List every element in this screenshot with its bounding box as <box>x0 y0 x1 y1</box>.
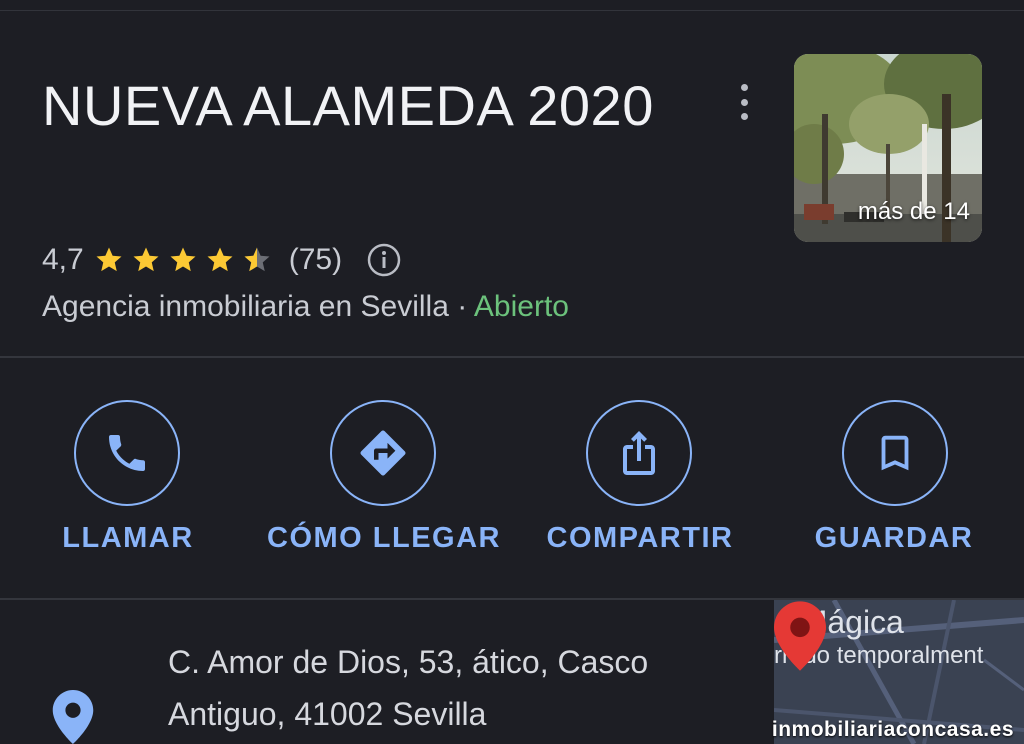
share-label: COMPARTIR <box>546 522 734 554</box>
directions-icon <box>360 430 406 476</box>
star-icon <box>133 247 159 272</box>
save-label: GUARDAR <box>814 522 974 554</box>
directions-label: CÓMO LLEGAR <box>267 522 501 554</box>
share-circle[interactable] <box>586 400 692 506</box>
address[interactable]: C. Amor de Dios, 53, ático, Casco Antigu… <box>168 636 768 740</box>
bookmark-icon <box>881 435 909 471</box>
star-icon <box>170 247 196 272</box>
more-options-icon[interactable] <box>728 84 760 120</box>
divider <box>0 356 1024 358</box>
place-title: NUEVA ALAMEDA 2020 <box>42 74 654 137</box>
map-pin-icon <box>774 601 826 671</box>
half-star-icon <box>244 247 270 272</box>
info-icon[interactable] <box>366 242 402 278</box>
category-row: Agencia inmobiliaria en Sevilla · Abiert… <box>42 290 569 324</box>
separator: · <box>457 290 468 323</box>
category-text: Agencia inmobiliaria en Sevilla <box>42 290 449 323</box>
save-circle[interactable] <box>842 400 948 506</box>
directions-button[interactable]: CÓMO LLEGAR <box>254 400 514 560</box>
star-icon <box>96 247 122 272</box>
location-pin-icon <box>52 690 94 744</box>
watermark: inmobiliariaconcasa.es <box>771 718 1014 741</box>
call-label: LLAMAR <box>62 522 194 554</box>
save-button[interactable]: GUARDAR <box>764 400 1024 560</box>
open-status[interactable]: Abierto <box>474 290 569 323</box>
phone-icon <box>109 435 145 471</box>
address-line2: Antiguo, 41002 Sevilla <box>168 696 487 732</box>
place-photo[interactable]: más de 14 <box>794 54 982 242</box>
address-line1: C. Amor de Dios, 53, ático, Casco <box>168 644 649 680</box>
call-button[interactable]: LLAMAR <box>0 400 260 560</box>
rating-value: 4,7 <box>42 243 84 276</box>
photo-count: más de 14 <box>857 198 970 225</box>
review-count: (75) <box>288 243 343 276</box>
star-icon <box>207 247 233 272</box>
share-button[interactable]: COMPARTIR <box>510 400 770 560</box>
directions-circle[interactable] <box>330 400 436 506</box>
call-circle[interactable] <box>74 400 180 506</box>
rating-row[interactable]: 4,7 (75) <box>42 238 402 282</box>
share-icon <box>623 431 655 475</box>
top-divider <box>0 10 1024 11</box>
rating-stars <box>94 245 279 275</box>
